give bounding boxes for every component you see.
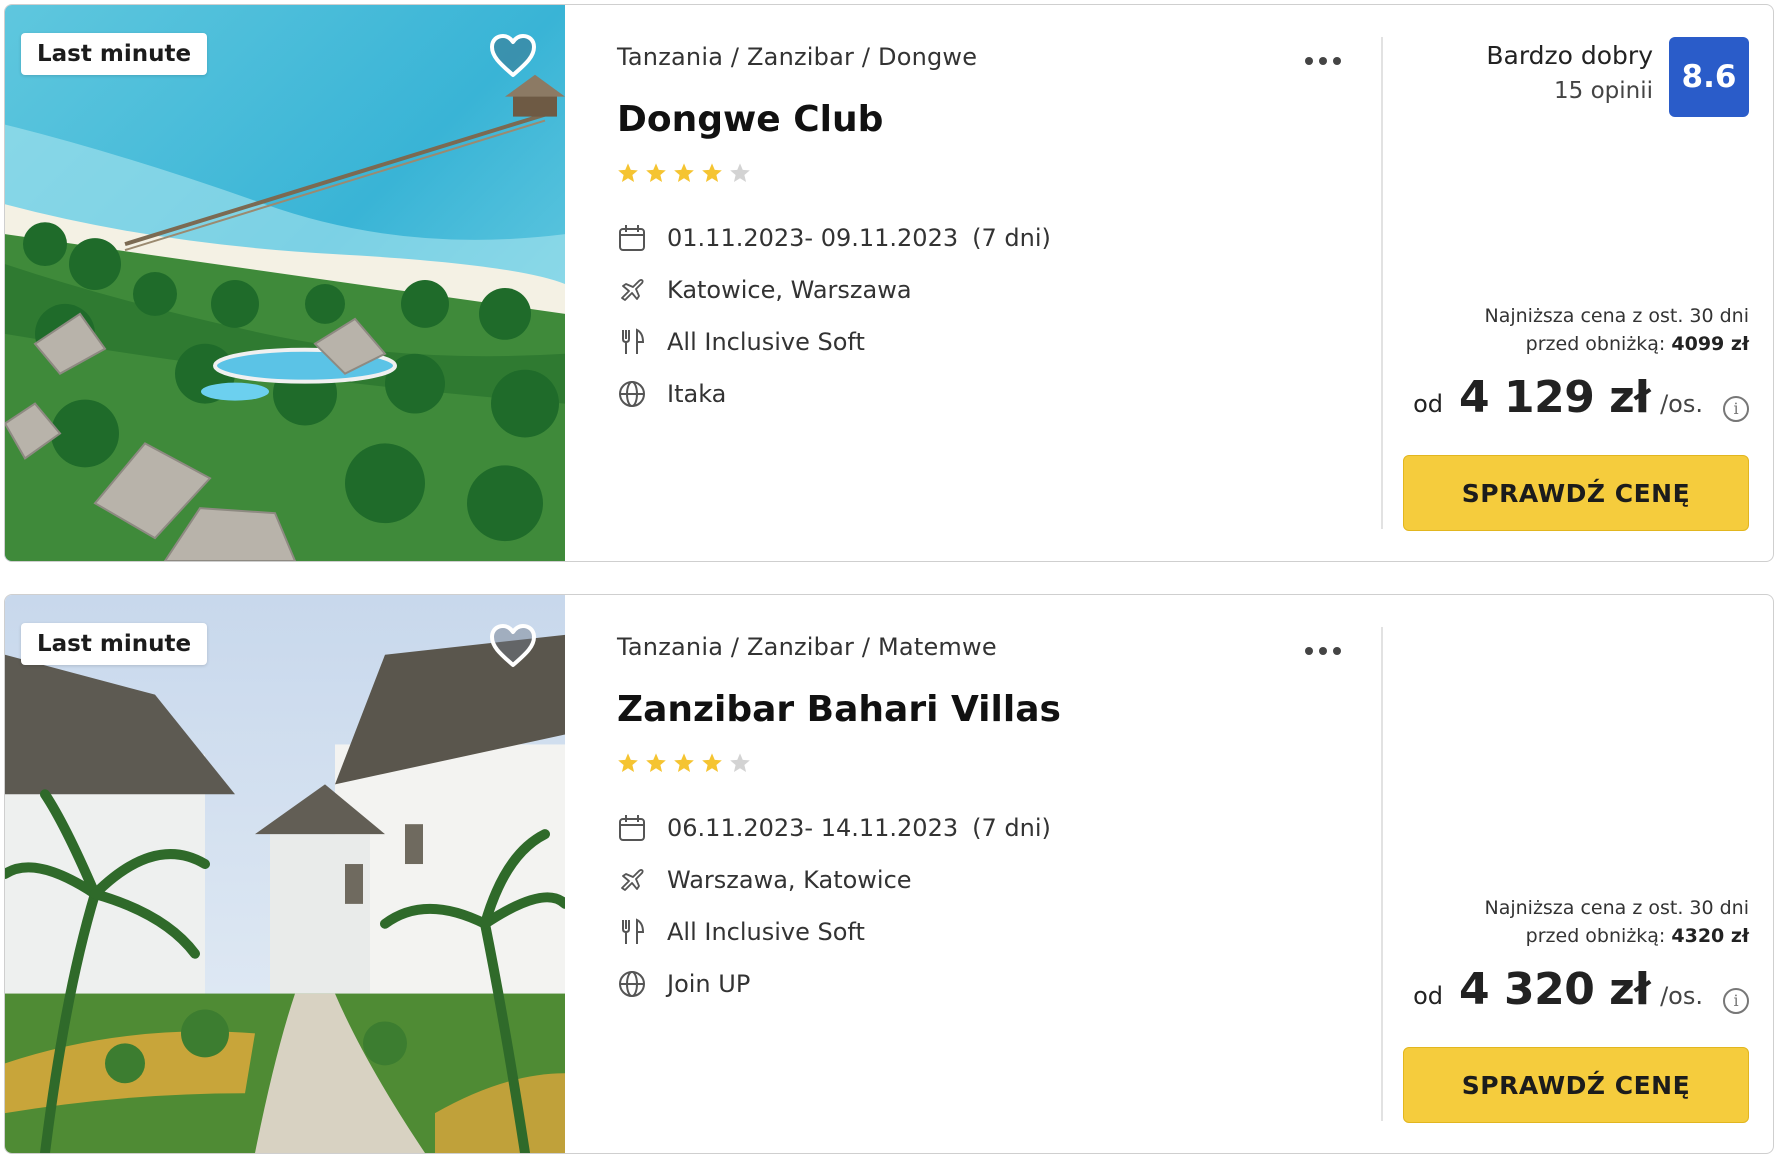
dates-text: 06.11.2023- 14.11.2023 (667, 814, 959, 842)
fact-dates: 01.11.2023- 09.11.2023 (7 dni) (617, 212, 1347, 264)
rating-block[interactable]: Bardzo dobry 15 opinii 8.6 (1486, 37, 1749, 117)
price-prefix: od (1413, 390, 1444, 418)
lowest-price-note: Najniższa cena z ost. 30 dni przed obniż… (1389, 894, 1749, 950)
board-text: All Inclusive Soft (667, 328, 865, 356)
hotel-stars (617, 162, 1347, 184)
departure-text: Warszawa, Katowice (667, 866, 912, 894)
lowest-price-note: Najniższa cena z ost. 30 dni przed obniż… (1389, 302, 1749, 358)
globe-icon (617, 969, 647, 999)
fact-departure: Warszawa, Katowice (617, 854, 1347, 906)
price-box: Najniższa cena z ost. 30 dni przed obniż… (1389, 894, 1749, 1123)
star-icon (730, 163, 750, 182)
offer-list: Last minute Tanzania / Zanzibar / Dongwe… (0, 0, 1780, 1154)
globe-icon (617, 379, 647, 409)
column-divider (1381, 37, 1383, 529)
duration-text: (7 dni) (972, 814, 1051, 842)
dates-text: 01.11.2023- 09.11.2023 (667, 224, 959, 252)
hotel-photo-villas (5, 595, 565, 1153)
column-divider (1381, 627, 1383, 1121)
price-box: Najniższa cena z ost. 30 dni przed obniż… (1389, 302, 1749, 531)
more-dots-icon[interactable] (1305, 51, 1345, 71)
lowest-price-line2: przed obniżką: (1525, 333, 1666, 355)
star-icon (618, 753, 638, 772)
cutlery-icon (617, 917, 647, 947)
operator-text: Join UP (667, 970, 751, 998)
lowest-price-value: 4320 zł (1671, 925, 1749, 947)
star-icon (646, 753, 666, 772)
hotel-name[interactable]: Dongwe Club (617, 99, 1347, 140)
plane-icon (617, 865, 647, 895)
last-minute-badge: Last minute (21, 33, 208, 75)
star-icon (618, 163, 638, 182)
fact-board: All Inclusive Soft (617, 316, 1347, 368)
plane-icon (617, 275, 647, 305)
offer-details: Tanzania / Zanzibar / Matemwe Zanzibar B… (617, 633, 1347, 1010)
operator-text: Itaka (667, 380, 727, 408)
duration-text: (7 dni) (972, 224, 1051, 252)
rating-label: Bardzo dobry (1486, 41, 1653, 70)
lowest-price-line1: Najniższa cena z ost. 30 dni (1484, 897, 1749, 919)
hotel-photo[interactable]: Last minute (5, 5, 565, 561)
more-dots-icon[interactable] (1305, 641, 1345, 661)
star-icon (702, 163, 722, 182)
price-suffix: /os. (1660, 982, 1703, 1010)
location-breadcrumb[interactable]: Tanzania / Zanzibar / Matemwe (617, 633, 1347, 661)
fact-operator: Join UP (617, 958, 1347, 1010)
departure-text: Katowice, Warszawa (667, 276, 912, 304)
heart-icon[interactable] (489, 33, 537, 79)
rating-count[interactable]: 15 opinii (1486, 78, 1653, 104)
price-amount: 4 320 zł (1459, 964, 1651, 1015)
info-icon[interactable]: i (1723, 987, 1749, 1014)
heart-icon[interactable] (489, 623, 537, 669)
lowest-price-line1: Najniższa cena z ost. 30 dni (1484, 305, 1749, 327)
fact-board: All Inclusive Soft (617, 906, 1347, 958)
lowest-price-value: 4099 zł (1671, 333, 1749, 355)
lowest-price-line2: przed obniżką: (1525, 925, 1666, 947)
cutlery-icon (617, 327, 647, 357)
check-price-button[interactable]: SPRAWDŹ CENĘ (1403, 1047, 1749, 1123)
hotel-photo-beach (5, 5, 565, 561)
offer-card[interactable]: Last minute Tanzania / Zanzibar / Dongwe… (4, 4, 1774, 562)
star-icon (730, 753, 750, 772)
price-amount: 4 129 zł (1459, 372, 1651, 423)
info-icon[interactable]: i (1723, 395, 1749, 422)
fact-operator: Itaka (617, 368, 1347, 420)
board-text: All Inclusive Soft (667, 918, 865, 946)
star-icon (674, 163, 694, 182)
star-icon (674, 753, 694, 772)
check-price-button[interactable]: SPRAWDŹ CENĘ (1403, 455, 1749, 531)
price-suffix: /os. (1660, 390, 1703, 418)
rating-score-badge: 8.6 (1669, 37, 1749, 117)
fact-departure: Katowice, Warszawa (617, 264, 1347, 316)
calendar-icon (617, 223, 647, 253)
price-line: od 4 129 zł /os. i (1389, 372, 1749, 423)
last-minute-badge: Last minute (21, 623, 208, 665)
location-breadcrumb[interactable]: Tanzania / Zanzibar / Dongwe (617, 43, 1347, 71)
calendar-icon (617, 813, 647, 843)
price-prefix: od (1413, 982, 1444, 1010)
fact-dates: 06.11.2023- 14.11.2023 (7 dni) (617, 802, 1347, 854)
hotel-stars (617, 752, 1347, 774)
star-icon (702, 753, 722, 772)
offer-details: Tanzania / Zanzibar / Dongwe Dongwe Club… (617, 43, 1347, 420)
hotel-photo[interactable]: Last minute (5, 595, 565, 1153)
price-line: od 4 320 zł /os. i (1389, 964, 1749, 1015)
offer-card[interactable]: Last minute Tanzania / Zanzibar / Matemw… (4, 594, 1774, 1154)
hotel-name[interactable]: Zanzibar Bahari Villas (617, 689, 1347, 730)
star-icon (646, 163, 666, 182)
